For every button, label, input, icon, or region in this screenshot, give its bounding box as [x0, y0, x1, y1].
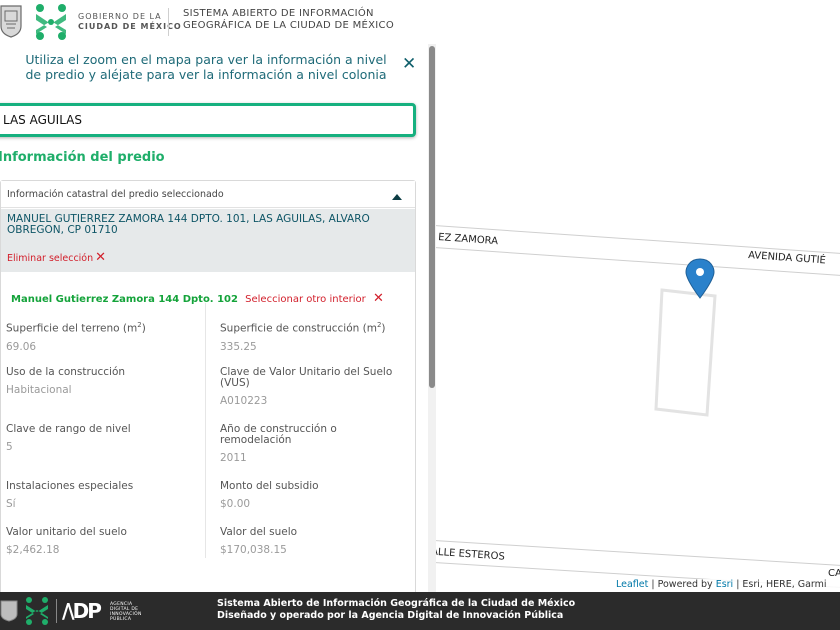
field-label: Uso de la construcción [6, 366, 126, 378]
fields-divider [205, 303, 206, 558]
footer-line-1: Sistema Abierto de Información Geográfic… [217, 598, 576, 609]
field-superficie-construccion: Superficie de construcción (m2) 335.25 [220, 320, 410, 353]
card-header-label: Información catastral del predio selecci… [7, 189, 224, 200]
field-value: Habitacional [6, 384, 72, 396]
section-title: Información del predio [0, 150, 165, 165]
field-value: A010223 [220, 395, 268, 407]
attribution-sep: | Powered by [648, 579, 716, 590]
footer-line-2: Diseñado y operado por la Agencia Digita… [217, 610, 564, 621]
zoom-hint: Utiliza el zoom en el mapa para ver la i… [25, 52, 387, 82]
field-value: $170,038.15 [220, 544, 287, 556]
card-header[interactable]: Información catastral del predio selecci… [1, 181, 415, 208]
unit-name: Manuel Gutierrez Zamora 144 Dpto. 102 [11, 294, 238, 305]
field-value: 335.25 [220, 340, 257, 353]
map-attribution: Leaflet | Powered by Esri | Esri, HERE, … [614, 579, 840, 592]
footer-shield-icon [0, 600, 18, 622]
cdmx-logo-icon [36, 4, 66, 40]
footer-divider [56, 599, 57, 623]
street-band-upper [436, 225, 840, 276]
field-subsidio: Monto del subsidio $0.00 [220, 480, 410, 511]
field-superficie-terreno: Superficie del terreno (m2) 69.06 [6, 320, 196, 353]
field-label-end: ) [381, 322, 386, 335]
top-header: GOBIERNO DE LA CIUDAD DE MÉXICO SISTEMA … [0, 0, 840, 44]
select-other-x-icon[interactable]: ✕ [373, 291, 384, 306]
field-value: 69.06 [6, 340, 37, 353]
parcel-outline[interactable] [654, 288, 717, 417]
field-label-text: Superficie del terreno (m [6, 322, 138, 335]
system-title: SISTEMA ABIERTO DE INFORMACIÓN GEOGRÁFIC… [183, 8, 394, 32]
unit-line: Manuel Gutierrez Zamora 144 Dpto. 102 Se… [11, 291, 384, 306]
field-label: Valor del suelo [220, 526, 298, 538]
field-value: $0.00 [220, 498, 251, 510]
field-valor-unitario: Valor unitario del suelo $2,462.18 [6, 526, 196, 557]
city-shield-icon [0, 5, 22, 38]
field-label-end: ) [141, 322, 146, 335]
field-label: Superficie de construcción (m2) [220, 320, 410, 335]
collapse-caret-icon[interactable] [392, 194, 402, 200]
leaflet-link[interactable]: Leaflet [616, 579, 648, 590]
gov-line-2: CIUDAD DE MÉXICO [78, 22, 182, 31]
system-title-line-1: SISTEMA ABIERTO DE INFORMACIÓN [183, 8, 374, 19]
field-value: 5 [6, 441, 13, 453]
field-label: Instalaciones especiales [6, 480, 134, 492]
field-label-text: Superficie de construcción (m [220, 322, 377, 335]
property-card: Información catastral del predio selecci… [0, 180, 416, 600]
adp-logo-icon: /\DP [62, 599, 102, 623]
field-label: Superficie del terreno (m2) [6, 320, 196, 335]
street-label-4: CA [828, 568, 840, 579]
map-drawing: EZ ZAMORA AVENIDA GUTIÉ CALLE ESTEROS CA [436, 225, 840, 588]
address-block: MANUEL GUTIERREZ ZAMORA 144 DPTO. 101, L… [1, 209, 415, 272]
header-divider [168, 8, 169, 36]
adp-logo-text: AGENCIA DIGITAL DE INNOVACIÓN PÚBLICA [110, 602, 142, 622]
page-footer: /\DP AGENCIA DIGITAL DE INNOVACIÓN PÚBLI… [0, 592, 840, 630]
remove-x-icon[interactable]: ✕ [95, 250, 106, 265]
field-instalaciones: Instalaciones especiales Sí [6, 480, 196, 511]
select-other-link[interactable]: Seleccionar otro interior [245, 294, 366, 305]
app-root: GOBIERNO DE LA CIUDAD DE MÉXICO SISTEMA … [0, 0, 840, 630]
field-value: Sí [6, 498, 16, 510]
search-box [0, 103, 416, 137]
field-value: $2,462.18 [6, 544, 60, 556]
footer-cdmx-logo-icon [26, 597, 48, 625]
gov-line-1: GOBIERNO DE LA [78, 12, 162, 21]
government-label: GOBIERNO DE LA CIUDAD DE MÉXICO [78, 12, 182, 32]
field-value: 2011 [220, 452, 247, 464]
field-valor-suelo: Valor del suelo $170,038.15 [220, 526, 410, 557]
field-clave-vus: Clave de Valor Unitario del Suelo (VUS) … [220, 366, 405, 408]
panel-scrollbar[interactable] [429, 46, 435, 388]
field-label: Monto del subsidio [220, 480, 319, 492]
system-title-line-2: GEOGRÁFICA DE LA CIUDAD DE MÉXICO [183, 20, 394, 31]
search-input[interactable] [0, 106, 413, 134]
adp-text-4: PÚBLICA [110, 617, 132, 622]
field-anio-construccion: Año de construcción o remodelación 2011 [220, 423, 380, 465]
attribution-rest: | Esri, HERE, Garmi [733, 579, 827, 590]
close-hint-icon[interactable]: ✕ [402, 54, 416, 74]
remove-selection-label: Eliminar selección [7, 253, 94, 264]
esri-link[interactable]: Esri [716, 579, 734, 590]
field-rango-nivel: Clave de rango de nivel 5 [6, 423, 196, 454]
map-canvas[interactable]: EZ ZAMORA AVENIDA GUTIÉ CALLE ESTEROS CA [436, 44, 840, 592]
remove-selection-link[interactable]: Eliminar selección ✕ [7, 250, 106, 265]
field-label: Clave de Valor Unitario del Suelo (VUS) [220, 366, 393, 389]
field-label: Año de construcción o remodelación [220, 423, 337, 446]
field-label: Clave de rango de nivel [6, 423, 131, 435]
field-label: Valor unitario del suelo [6, 526, 127, 538]
property-address: MANUEL GUTIERREZ ZAMORA 144 DPTO. 101, L… [7, 213, 370, 236]
field-uso-construccion: Uso de la construcción Habitacional [6, 366, 196, 397]
